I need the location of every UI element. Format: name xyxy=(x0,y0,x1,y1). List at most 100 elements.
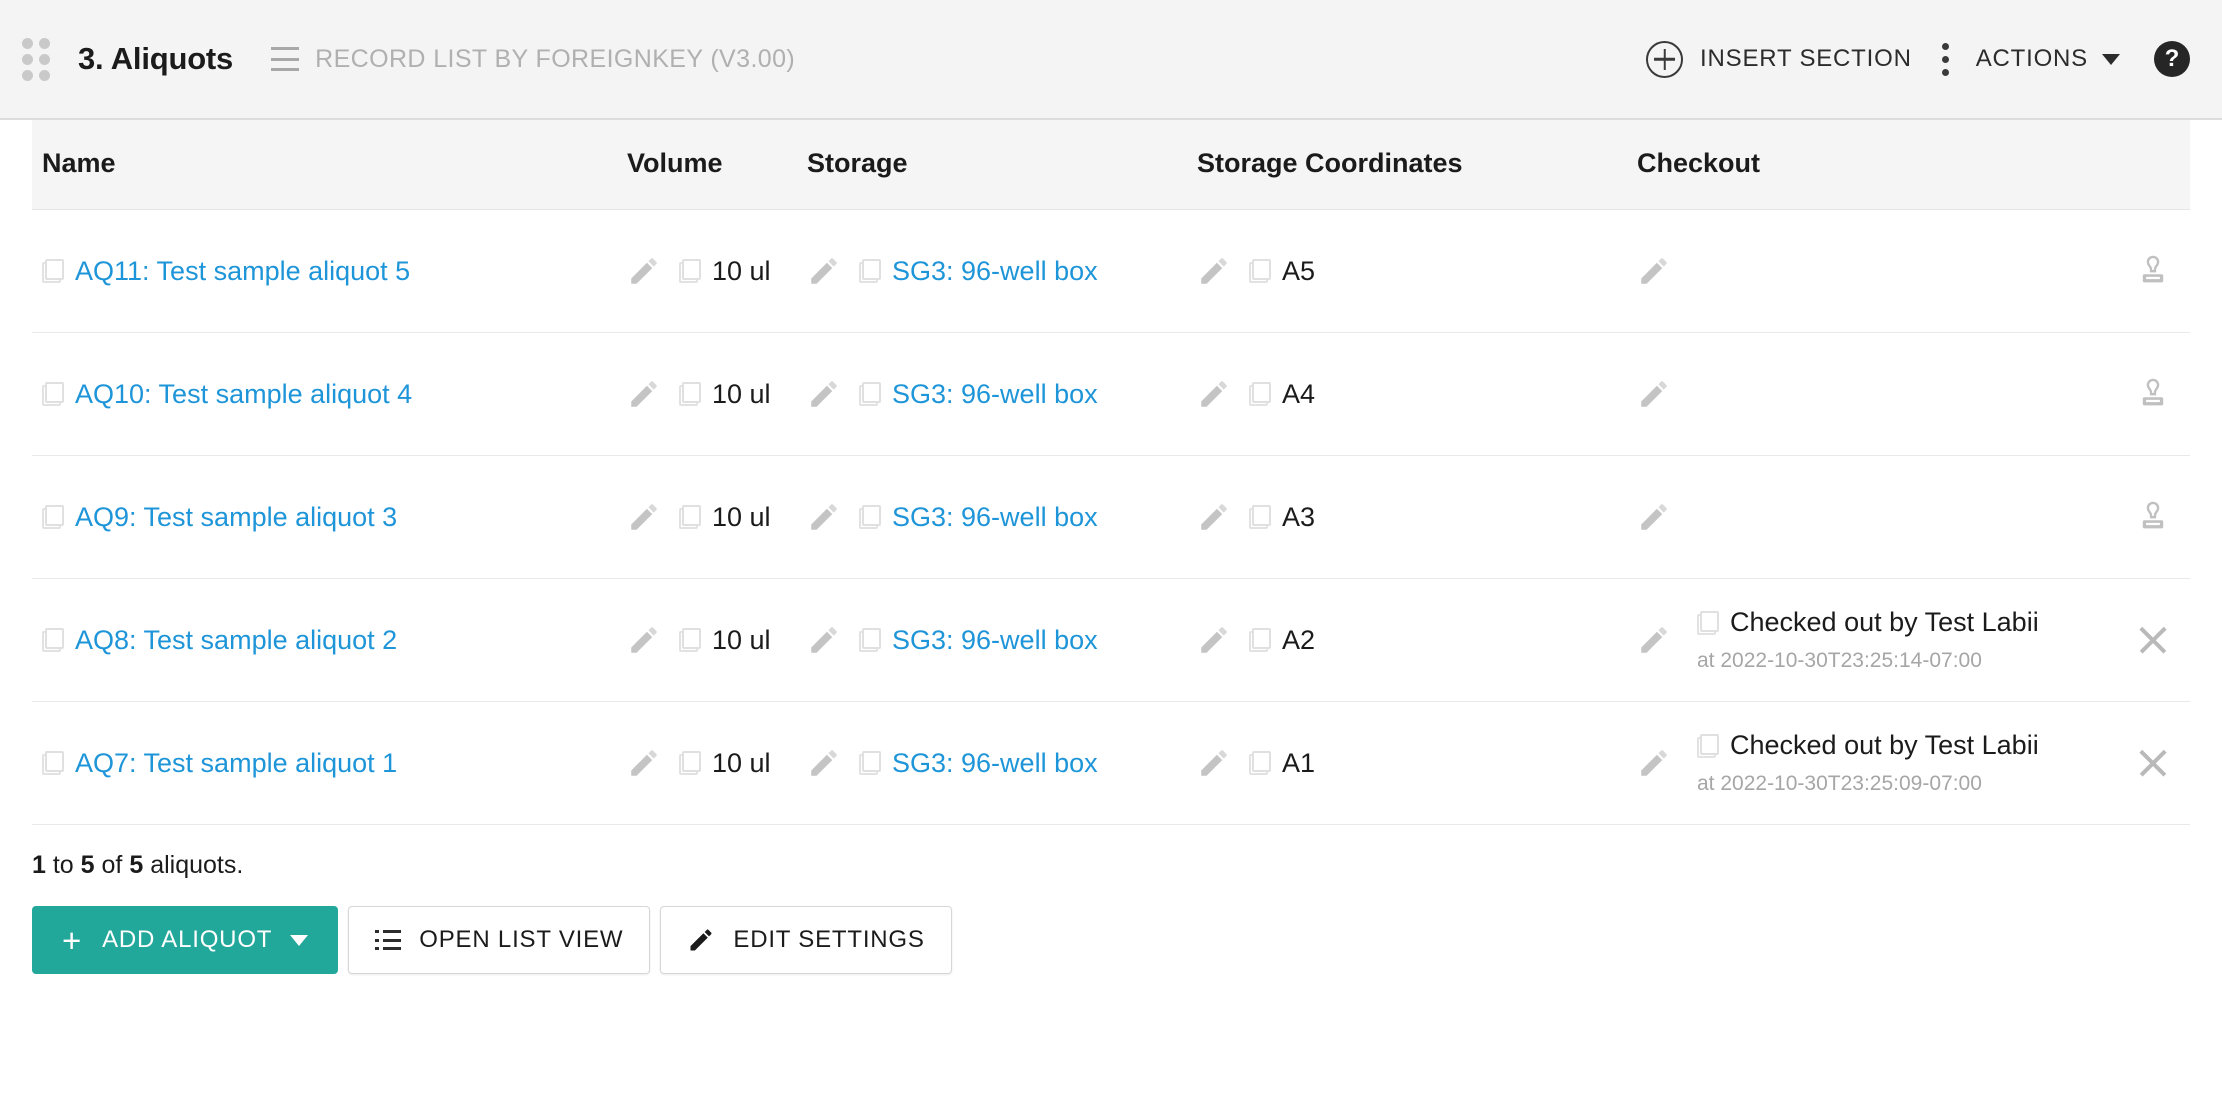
copy-icon[interactable] xyxy=(679,259,701,283)
copy-icon[interactable] xyxy=(42,259,64,283)
edit-pencil-icon[interactable] xyxy=(1197,623,1231,657)
edit-pencil-icon[interactable] xyxy=(627,500,661,534)
copy-icon[interactable] xyxy=(859,259,881,283)
record-link[interactable]: AQ7: Test sample aliquot 1 xyxy=(75,748,397,779)
cell-coordinates: A2 xyxy=(1197,579,1637,702)
edit-pencil-icon[interactable] xyxy=(1637,746,1671,780)
edit-pencil-icon[interactable] xyxy=(1197,254,1231,288)
copy-icon[interactable] xyxy=(859,751,881,775)
volume-value: 10 ul xyxy=(712,502,771,533)
insert-section-button[interactable]: INSERT SECTION xyxy=(1646,41,1912,78)
cell-volume: 10 ul xyxy=(627,702,807,825)
coordinates-value: A3 xyxy=(1282,502,1315,533)
column-header-checkout[interactable]: Checkout xyxy=(1637,120,2190,210)
copy-icon[interactable] xyxy=(1249,628,1271,652)
coordinates-value: A4 xyxy=(1282,379,1315,410)
copy-icon[interactable] xyxy=(679,505,701,529)
edit-pencil-icon[interactable] xyxy=(627,746,661,780)
edit-pencil-icon[interactable] xyxy=(807,746,841,780)
summary-total: 5 xyxy=(129,851,143,879)
section-subtitle: RECORD LIST BY FOREIGNKEY (V3.00) xyxy=(315,45,795,74)
record-link[interactable]: AQ8: Test sample aliquot 2 xyxy=(75,625,397,656)
volume-value: 10 ul xyxy=(712,748,771,779)
edit-pencil-icon[interactable] xyxy=(1637,377,1671,411)
edit-pencil-icon[interactable] xyxy=(627,377,661,411)
copy-icon[interactable] xyxy=(679,382,701,406)
column-header-name[interactable]: Name xyxy=(32,120,627,210)
record-link[interactable]: AQ9: Test sample aliquot 3 xyxy=(75,502,397,533)
column-header-volume[interactable]: Volume xyxy=(627,120,807,210)
cell-checkout xyxy=(1637,210,2190,333)
stamp-icon xyxy=(2135,251,2171,291)
edit-pencil-icon[interactable] xyxy=(1197,500,1231,534)
cell-coordinates: A4 xyxy=(1197,333,1637,456)
checkout-stamp-button[interactable] xyxy=(2126,374,2180,414)
edit-pencil-icon[interactable] xyxy=(807,500,841,534)
list-icon xyxy=(271,47,299,71)
checkout-stamp-button[interactable] xyxy=(2126,251,2180,291)
edit-pencil-icon[interactable] xyxy=(627,623,661,657)
copy-icon[interactable] xyxy=(859,628,881,652)
coordinates-value: A5 xyxy=(1282,256,1315,287)
edit-pencil-icon[interactable] xyxy=(1637,623,1671,657)
copy-icon[interactable] xyxy=(859,382,881,406)
cell-volume: 10 ul xyxy=(627,456,807,579)
copy-icon[interactable] xyxy=(42,628,64,652)
column-header-storage[interactable]: Storage xyxy=(807,120,1197,210)
copy-icon[interactable] xyxy=(1697,611,1719,635)
storage-link[interactable]: SG3: 96-well box xyxy=(892,379,1098,410)
actions-menu-button[interactable]: ACTIONS xyxy=(1976,45,2120,73)
copy-icon[interactable] xyxy=(1697,734,1719,758)
record-link[interactable]: AQ10: Test sample aliquot 4 xyxy=(75,379,412,410)
checkin-close-button[interactable] xyxy=(2126,748,2180,778)
copy-icon[interactable] xyxy=(42,751,64,775)
copy-icon[interactable] xyxy=(1249,751,1271,775)
edit-pencil-icon[interactable] xyxy=(807,377,841,411)
cell-name: AQ10: Test sample aliquot 4 xyxy=(32,333,627,456)
storage-link[interactable]: SG3: 96-well box xyxy=(892,502,1098,533)
summary-to-word: to xyxy=(53,851,74,879)
edit-pencil-icon[interactable] xyxy=(1197,377,1231,411)
copy-icon[interactable] xyxy=(42,505,64,529)
table-header-row: Name Volume Storage Storage Coordinates … xyxy=(32,120,2190,210)
coordinates-value: A1 xyxy=(1282,748,1315,779)
storage-link[interactable]: SG3: 96-well box xyxy=(892,625,1098,656)
edit-pencil-icon[interactable] xyxy=(627,254,661,288)
edit-pencil-icon[interactable] xyxy=(1637,500,1671,534)
edit-settings-label: EDIT SETTINGS xyxy=(733,926,924,954)
storage-link[interactable]: SG3: 96-well box xyxy=(892,256,1098,287)
record-link[interactable]: AQ11: Test sample aliquot 5 xyxy=(75,256,410,287)
copy-icon[interactable] xyxy=(859,505,881,529)
table-row: AQ11: Test sample aliquot 5 10 ul SG3: 9… xyxy=(32,210,2190,333)
column-header-coordinates[interactable]: Storage Coordinates xyxy=(1197,120,1637,210)
copy-icon[interactable] xyxy=(1249,382,1271,406)
checkout-timestamp: at 2022-10-30T23:25:09-07:00 xyxy=(1697,772,2126,796)
copy-icon[interactable] xyxy=(679,628,701,652)
table-row: AQ7: Test sample aliquot 1 10 ul SG3: 96… xyxy=(32,702,2190,825)
open-list-view-button[interactable]: OPEN LIST VIEW xyxy=(348,906,650,974)
edit-pencil-icon[interactable] xyxy=(1197,746,1231,780)
cell-volume: 10 ul xyxy=(627,333,807,456)
plus-icon: + xyxy=(62,924,82,957)
add-aliquot-button[interactable]: + ADD ALIQUOT xyxy=(32,906,338,974)
storage-link[interactable]: SG3: 96-well box xyxy=(892,748,1098,779)
actions-label: ACTIONS xyxy=(1976,45,2088,73)
edit-settings-button[interactable]: EDIT SETTINGS xyxy=(660,906,951,974)
add-aliquot-label: ADD ALIQUOT xyxy=(102,926,272,954)
page-title: 3. Aliquots xyxy=(78,41,233,77)
drag-dots-icon[interactable] xyxy=(22,36,56,82)
copy-icon[interactable] xyxy=(679,751,701,775)
edit-pencil-icon[interactable] xyxy=(807,623,841,657)
cell-name: AQ7: Test sample aliquot 1 xyxy=(32,702,627,825)
checkin-close-button[interactable] xyxy=(2126,625,2180,655)
more-vertical-icon[interactable] xyxy=(1942,43,1950,76)
help-circle-icon[interactable]: ? xyxy=(2154,41,2190,77)
checkout-stamp-button[interactable] xyxy=(2126,497,2180,537)
edit-pencil-icon[interactable] xyxy=(807,254,841,288)
copy-icon[interactable] xyxy=(1249,505,1271,529)
copy-icon[interactable] xyxy=(1249,259,1271,283)
copy-icon[interactable] xyxy=(42,382,64,406)
edit-pencil-icon[interactable] xyxy=(1637,254,1671,288)
cell-storage: SG3: 96-well box xyxy=(807,579,1197,702)
section-subtype: RECORD LIST BY FOREIGNKEY (V3.00) xyxy=(271,45,795,74)
